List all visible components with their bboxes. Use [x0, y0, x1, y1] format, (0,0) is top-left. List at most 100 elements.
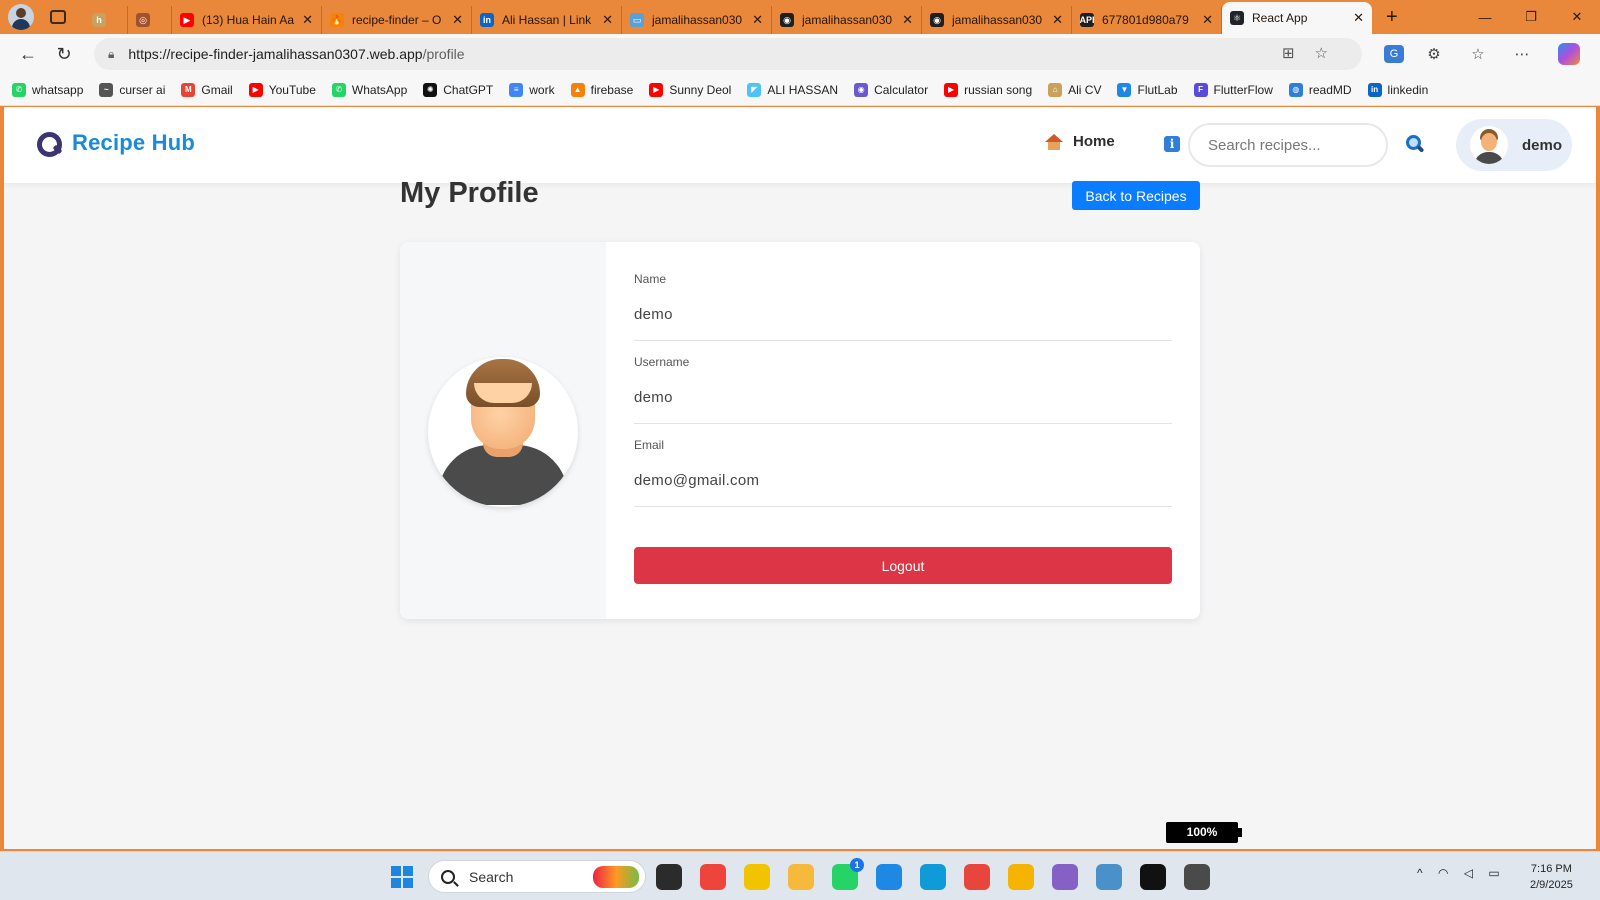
back-arrow-icon[interactable]: ←: [10, 44, 46, 65]
browser-tab[interactable]: 🔥 recipe-finder – O ✕: [322, 6, 472, 34]
bookmark-item[interactable]: ▲ firebase: [570, 82, 633, 97]
bookmark-item[interactable]: F FlutterFlow: [1193, 82, 1273, 97]
new-tab-button[interactable]: +: [1386, 6, 1398, 29]
bookmark-label: curser ai: [119, 82, 166, 97]
chat-app-taskbar-icon[interactable]: [744, 864, 770, 890]
reload-icon[interactable]: ↻: [46, 44, 82, 65]
lock-icon[interactable]: 🔒︎: [108, 47, 114, 62]
whatsapp-taskbar-icon[interactable]: 1: [832, 858, 864, 890]
email-value: demo@gmail.com: [634, 472, 1172, 507]
search-icon[interactable]: [1405, 134, 1425, 154]
more-menu-icon[interactable]: ⋯: [1508, 45, 1536, 63]
tab-close-icon[interactable]: ✕: [302, 12, 313, 28]
logout-button[interactable]: Logout: [634, 547, 1172, 584]
bookmark-favicon-icon: ✆: [331, 82, 346, 97]
favorites-icon[interactable]: ☆: [1464, 45, 1492, 63]
edge-taskbar-icon[interactable]: [920, 864, 946, 890]
capcut-taskbar-icon[interactable]: [1140, 864, 1166, 890]
bookmark-item[interactable]: ✆ whatsapp: [12, 82, 83, 97]
browser-tab[interactable]: ▭ jamalihassan030 ✕: [622, 6, 772, 34]
favorite-star-icon[interactable]: ☆: [1315, 45, 1348, 62]
name-label: Name: [634, 272, 667, 286]
brand-logo[interactable]: Recipe Hub: [34, 129, 195, 157]
bookmark-favicon-icon: ▼: [1117, 82, 1132, 97]
task-view-taskbar-icon[interactable]: [656, 864, 682, 890]
browser-tab[interactable]: ◎: [128, 6, 172, 34]
browser-tab[interactable]: ◉ jamalihassan030 ✕: [772, 6, 922, 34]
clock-date: 2/9/2025: [1530, 879, 1573, 891]
restore-icon[interactable]: ❐: [1508, 9, 1554, 25]
system-tray[interactable]: ^ ◠ ◁ ▭: [1417, 866, 1506, 880]
bookmark-item[interactable]: ◤ ALI HASSAN: [747, 82, 838, 97]
page-viewport: Recipe Hub Home i demo My Profile Back t…: [4, 107, 1596, 849]
tab-favicon-icon: h: [92, 13, 106, 27]
bookmark-item[interactable]: ◉ Calculator: [854, 82, 928, 97]
user-avatar: [1470, 126, 1508, 164]
tab-close-icon[interactable]: ✕: [602, 12, 613, 28]
file-explorer-taskbar-icon[interactable]: [788, 864, 814, 890]
taskbar-clock[interactable]: 7:16 PM 2/9/2025: [1530, 861, 1573, 893]
tab-close-icon[interactable]: ✕: [752, 12, 763, 28]
tab-close-icon[interactable]: ✕: [1202, 12, 1213, 28]
browser-tab[interactable]: API 677801d980a79 ✕: [1072, 6, 1222, 34]
tab-favicon-icon: ▭: [630, 13, 644, 27]
close-window-icon[interactable]: ✕: [1554, 9, 1600, 25]
search-input[interactable]: [1188, 123, 1388, 167]
chrome-dev-taskbar-icon[interactable]: [1008, 864, 1034, 890]
tab-close-icon[interactable]: ✕: [1353, 10, 1364, 26]
tab-close-icon[interactable]: ✕: [452, 12, 463, 28]
bookmark-label: ChatGPT: [443, 82, 494, 97]
bookmark-item[interactable]: ▶ russian song: [944, 82, 1032, 97]
browser-profile-avatar[interactable]: [8, 4, 34, 30]
bookmark-label: FlutterFlow: [1213, 82, 1273, 97]
bookmark-item[interactable]: ▼ FlutLab: [1117, 82, 1178, 97]
resource-monitor-taskbar-icon[interactable]: [1096, 864, 1122, 890]
bookmark-item[interactable]: ▶ YouTube: [248, 82, 316, 97]
browser-tab-active[interactable]: ⚛ React App ✕: [1222, 2, 1372, 34]
bookmark-item[interactable]: ◍ readMD: [1288, 82, 1352, 97]
tab-favicon-icon: API: [1079, 13, 1095, 27]
browser-tab-strip: h ◎ ▶ (13) Hua Hain Aa ✕ 🔥 recipe-finder – O ✕ i…: [0, 0, 1600, 34]
nav-home-link[interactable]: Home: [1045, 133, 1115, 150]
url-host: https://recipe-finder-jamalihassan0307.w…: [128, 46, 423, 62]
bookmark-label: Ali CV: [1068, 82, 1102, 97]
chrome-taskbar-icon[interactable]: [964, 864, 990, 890]
app-header: Recipe Hub Home i demo: [4, 107, 1596, 183]
address-bar-actions[interactable]: ⊞☆: [1282, 44, 1348, 62]
bookmark-item[interactable]: ✆ WhatsApp: [331, 82, 407, 97]
browser-tab[interactable]: ◉ jamalihassan030 ✕: [922, 6, 1072, 34]
bookmark-item[interactable]: ⌂ Ali CV: [1048, 82, 1102, 97]
copilot-icon[interactable]: [1558, 43, 1580, 65]
taskbar-search[interactable]: Search: [428, 860, 646, 893]
app-available-icon[interactable]: ⊞: [1282, 45, 1315, 62]
address-bar[interactable]: 🔒︎ https://recipe-finder-jamalihassan030…: [94, 38, 1362, 70]
user-menu-button[interactable]: demo: [1456, 119, 1572, 171]
bookmark-item[interactable]: ✺ ChatGPT: [423, 82, 494, 97]
bookmark-item[interactable]: ~ curser ai: [99, 82, 166, 97]
bookmark-favicon-icon: ▲: [570, 82, 585, 97]
bookmark-favicon-icon: M: [181, 82, 196, 97]
workspaces-icon[interactable]: [50, 10, 66, 24]
vscode-taskbar-icon[interactable]: [876, 864, 902, 890]
browser-tab[interactable]: ▶ (13) Hua Hain Aa ✕: [172, 6, 322, 34]
translate-icon[interactable]: G: [1384, 45, 1404, 63]
info-icon[interactable]: i: [1164, 136, 1180, 152]
browser-tab[interactable]: in Ali Hassan | Link ✕: [472, 6, 622, 34]
bookmark-item[interactable]: M Gmail: [181, 82, 233, 97]
windows-start-icon[interactable]: [391, 866, 413, 888]
anydesk-taskbar-icon[interactable]: [700, 864, 726, 890]
bookmark-favicon-icon: ✺: [423, 82, 438, 97]
clock-app-taskbar-icon[interactable]: [1184, 864, 1210, 890]
extensions-icon[interactable]: ⚙: [1420, 45, 1448, 63]
back-to-recipes-button[interactable]: Back to Recipes: [1072, 181, 1200, 210]
visual-studio-taskbar-icon[interactable]: [1052, 864, 1078, 890]
tab-close-icon[interactable]: ✕: [1052, 12, 1063, 28]
bookmark-item[interactable]: ▶ Sunny Deol: [649, 82, 731, 97]
nav-home-label: Home: [1073, 133, 1115, 150]
browser-tab[interactable]: h: [84, 6, 128, 34]
minimize-icon[interactable]: —: [1462, 10, 1508, 25]
bookmark-item[interactable]: in linkedin: [1367, 82, 1428, 97]
tab-close-icon[interactable]: ✕: [902, 12, 913, 28]
bookmark-favicon-icon: ▶: [649, 82, 664, 97]
bookmark-item[interactable]: ≡ work: [509, 82, 555, 97]
